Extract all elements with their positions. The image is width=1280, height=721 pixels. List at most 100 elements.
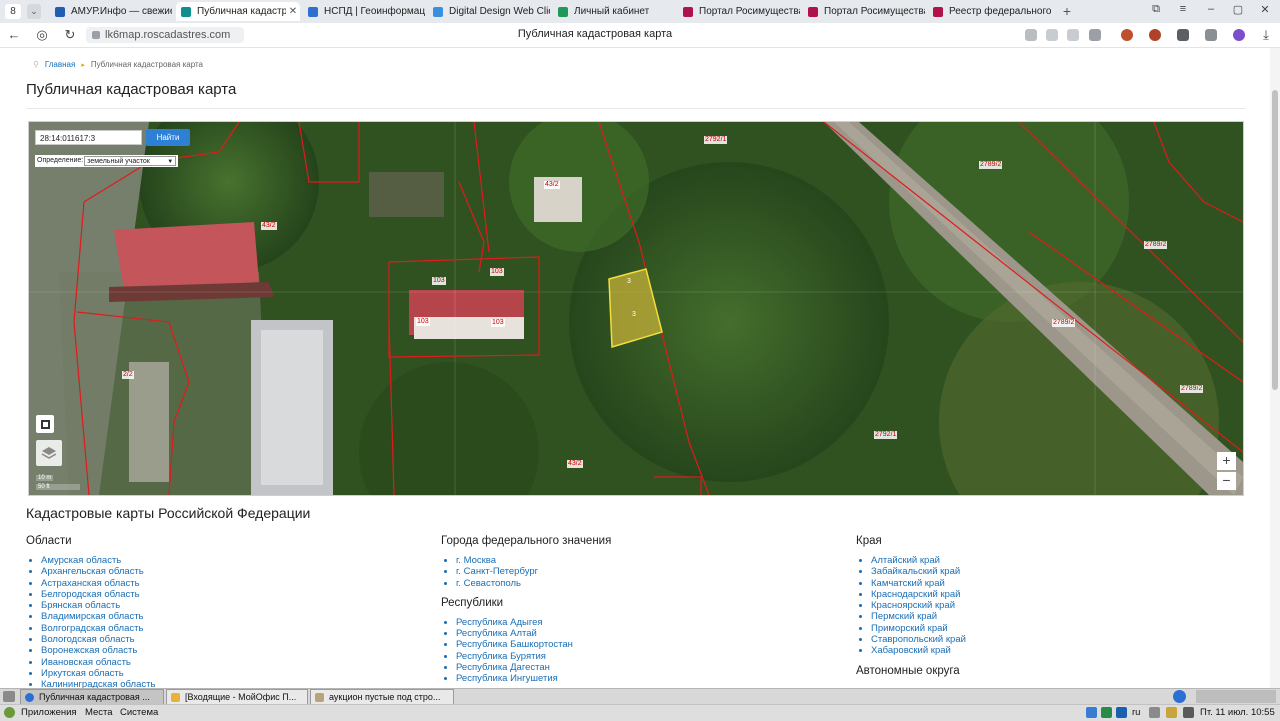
extension-a-icon[interactable] (1121, 29, 1133, 41)
region-link-text[interactable]: Калининградская область (41, 679, 155, 688)
republic-link[interactable]: Республика Дагестан (456, 662, 821, 673)
krai-link-text[interactable]: Камчатский край (871, 578, 945, 589)
krai-link[interactable]: Приморский край (871, 623, 1236, 634)
krai-link[interactable]: Красноярский край (871, 600, 1236, 611)
republic-link-text[interactable]: Республика Адыгея (456, 617, 543, 628)
network-tray-icon[interactable] (1086, 707, 1097, 718)
parcel-label[interactable]: 2/2 (122, 371, 134, 379)
url-field[interactable]: lk6map.roscadastres.com (86, 27, 244, 43)
republic-link[interactable]: Республика Алтай (456, 628, 821, 639)
parcel-label[interactable]: 43/2 (567, 460, 583, 468)
region-link-text[interactable]: Иркутская область (41, 668, 124, 679)
bookmark-icon[interactable] (1089, 29, 1101, 41)
menu-icon[interactable]: ≡ (1175, 3, 1191, 15)
region-link[interactable]: Вологодская область (41, 634, 406, 645)
city-link[interactable]: г. Москва (456, 555, 821, 566)
region-link[interactable]: Архангельская область (41, 566, 406, 577)
krai-link-text[interactable]: Приморский край (871, 623, 948, 634)
protect-shield-icon[interactable]: ◎ (34, 27, 50, 43)
selected-parcel-label[interactable]: 3 (626, 278, 632, 286)
parcel-label[interactable]: 2789/2 (1180, 385, 1204, 393)
city-link-text[interactable]: г. Санкт-Петербург (456, 566, 538, 577)
scrollbar-thumb[interactable] (1272, 90, 1278, 390)
region-link[interactable]: Ивановская область (41, 657, 406, 668)
krai-link[interactable]: Забайкальский край (871, 566, 1236, 577)
krai-link-text[interactable]: Пермский край (871, 611, 937, 622)
extension-d-icon[interactable] (1205, 29, 1217, 41)
workspace-switcher[interactable] (1196, 690, 1276, 703)
downloads-icon[interactable]: ⧉ (1148, 3, 1164, 16)
republic-link-text[interactable]: Республика Башкортостан (456, 639, 573, 650)
breadcrumb-home-link[interactable]: Главная (45, 60, 75, 69)
places-menu[interactable]: Места (85, 705, 113, 721)
cadastral-number-search-input[interactable]: 28:14:011617:3 (35, 130, 142, 145)
krai-link-text[interactable]: Красноярский край (871, 600, 955, 611)
krai-link[interactable]: Алтайский край (871, 555, 1236, 566)
parcel-label[interactable]: 2789/2 (1052, 319, 1076, 327)
minimize-icon[interactable]: – (1203, 3, 1219, 15)
republic-link[interactable]: Республика Ингушетия (456, 673, 821, 684)
tab-list-chevron-icon[interactable]: ⌄ (27, 4, 41, 19)
taskbar-window-button[interactable]: аукцион пустые под стро... (310, 689, 454, 705)
region-link-text[interactable]: Владимирская область (41, 611, 144, 622)
krai-link-text[interactable]: Хабаровский край (871, 645, 951, 656)
krai-link-text[interactable]: Алтайский край (871, 555, 940, 566)
applications-menu[interactable]: Приложения (21, 705, 77, 721)
close-tab-icon[interactable]: ✕ (286, 6, 300, 17)
clipboard-tray-icon[interactable] (1149, 707, 1160, 718)
krai-link-text[interactable]: Краснодарский край (871, 589, 960, 600)
clock[interactable]: Пт. 11 июл. 10:55 (1200, 705, 1275, 721)
parcel-label[interactable]: 2789/2 (979, 161, 1003, 169)
back-arrow-icon[interactable]: ← (6, 27, 22, 42)
region-link-text[interactable]: Амурская область (41, 555, 121, 566)
region-link[interactable]: Амурская область (41, 555, 406, 566)
translate-icon[interactable] (1067, 29, 1079, 41)
republic-link[interactable]: Республика Адыгея (456, 617, 821, 628)
system-menu[interactable]: Система (120, 705, 158, 721)
extension-c-icon[interactable] (1177, 29, 1189, 41)
republic-link-text[interactable]: Республика Ингушетия (456, 673, 558, 684)
new-tab-plus-icon[interactable]: + (1060, 3, 1074, 19)
region-link-text[interactable]: Брянская область (41, 600, 120, 611)
cadastral-map[interactable]: 28:14:011617:3 Найти Определение: земель… (28, 121, 1244, 496)
parcel-label[interactable]: 103 (416, 318, 430, 326)
parcel-label[interactable]: 103 (432, 277, 446, 285)
republic-link[interactable]: Республика Башкортостан (456, 639, 821, 650)
show-desktop-icon[interactable] (3, 691, 15, 702)
browser-tab[interactable]: НСПД | Геоинформаци (303, 2, 425, 21)
parcel-label[interactable]: 43/2 (261, 222, 277, 230)
volume-tray-icon[interactable] (1183, 707, 1194, 718)
browser-tray-icon[interactable] (1173, 690, 1186, 703)
layers-icon[interactable] (36, 440, 62, 466)
region-link[interactable]: Астраханская область (41, 578, 406, 589)
region-link-text[interactable]: Белгородская область (41, 589, 140, 600)
taskbar-window-button[interactable]: Публичная кадастровая ... (20, 689, 164, 705)
browser-tab[interactable]: Реестр федерального (928, 2, 1053, 21)
krai-link[interactable]: Ставропольский край (871, 634, 1236, 645)
krai-link[interactable]: Пермский край (871, 611, 1236, 622)
region-link[interactable]: Брянская область (41, 600, 406, 611)
parcel-label[interactable]: 2792/1 (874, 431, 898, 439)
city-link-text[interactable]: г. Москва (456, 555, 496, 566)
region-link[interactable]: Калининградская область (41, 679, 406, 688)
browser-tab[interactable]: Digital Design Web Clie (428, 2, 550, 21)
republic-link[interactable]: Республика Бурятия (456, 651, 821, 662)
region-link-text[interactable]: Волгоградская область (41, 623, 143, 634)
reader-mode-icon[interactable] (1046, 29, 1058, 41)
definition-select[interactable]: земельный участок ▼ (84, 156, 177, 166)
taskbar-window-button[interactable]: [Входящие - МойОфис П... (166, 689, 308, 705)
krai-link[interactable]: Хабаровский край (871, 645, 1236, 656)
selected-parcel-label[interactable]: 3 (631, 311, 637, 319)
page-scrollbar[interactable] (1270, 48, 1280, 688)
region-link-text[interactable]: Вологодская область (41, 634, 135, 645)
parcel-label[interactable]: 2789/2 (1144, 241, 1168, 249)
reload-icon[interactable]: ↻ (62, 27, 78, 43)
krai-link[interactable]: Камчатский край (871, 578, 1236, 589)
region-link[interactable]: Белгородская область (41, 589, 406, 600)
region-link-text[interactable]: Архангельская область (41, 566, 144, 577)
fullscreen-icon[interactable] (36, 415, 54, 433)
keyboard-layout[interactable]: ru (1132, 705, 1140, 721)
maximize-icon[interactable]: ▢ (1230, 3, 1246, 16)
city-link[interactable]: г. Севастополь (456, 578, 821, 589)
parcel-label[interactable]: 2792/1 (704, 136, 728, 144)
